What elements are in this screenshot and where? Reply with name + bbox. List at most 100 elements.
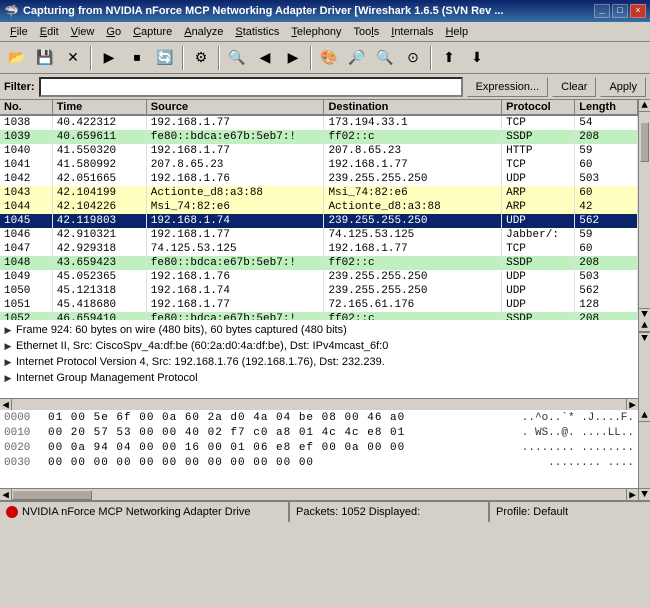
table-row[interactable]: 104642.910321192.168.1.7774.125.53.125Ja…	[0, 228, 638, 242]
hex-scroll-left[interactable]: ◀	[0, 489, 12, 501]
packet-list-vscroll[interactable]: ▲ ▼	[638, 100, 650, 320]
toolbar-close[interactable]: ✕	[60, 45, 86, 71]
expand-icon-4[interactable]: ▶	[2, 373, 14, 384]
toolbar-next[interactable]: ▶	[280, 45, 306, 71]
status-packets: Packets: 1052 Displayed:	[290, 502, 490, 522]
col-header-len[interactable]: Length	[575, 100, 638, 115]
detail-vscroll-up[interactable]: ▲	[639, 320, 650, 332]
hex-vscroll-down[interactable]: ▼	[639, 488, 650, 500]
col-header-proto[interactable]: Protocol	[502, 100, 575, 115]
packet-table: No. Time Source Destination Protocol Len…	[0, 100, 638, 320]
menu-edit[interactable]: Edit	[34, 22, 65, 42]
menu-file[interactable]: File	[4, 22, 34, 42]
minimize-button[interactable]: _	[594, 4, 610, 18]
status-profile: Profile: Default	[490, 502, 650, 522]
toolbar-zoom-out[interactable]: 🔍	[372, 45, 398, 71]
table-row[interactable]: 104542.119803192.168.1.74239.255.255.250…	[0, 214, 638, 228]
hex-bytes-4: 00 00 00 00 00 00 00 00 00 00 00 00	[48, 457, 540, 472]
toolbar-colorize[interactable]: 🎨	[316, 45, 342, 71]
detail-line-2: ▶ Ethernet II, Src: CiscoSpv_4a:df:be (6…	[2, 338, 636, 354]
hex-ascii-1: ..^o..`* .J....F.	[522, 412, 634, 427]
filter-input[interactable]	[39, 77, 463, 97]
toolbar-find[interactable]: 🔍	[224, 45, 250, 71]
table-row[interactable]: 105045.121318192.168.1.74239.255.255.250…	[0, 284, 638, 298]
menu-view[interactable]: View	[65, 22, 101, 42]
detail-scroll-right[interactable]: ▶	[626, 399, 638, 411]
vscroll-track[interactable]	[639, 112, 650, 308]
toolbar-stop-capture[interactable]: ⏹	[124, 45, 150, 71]
table-row[interactable]: 104041.550320192.168.1.77207.8.65.23HTTP…	[0, 144, 638, 158]
table-row[interactable]: 104442.104226Msi_74:82:e6Actionte_d8:a3:…	[0, 200, 638, 214]
col-header-src[interactable]: Source	[146, 100, 324, 115]
hex-vscroll-up[interactable]: ▲	[639, 410, 650, 422]
vscroll-up[interactable]: ▲	[639, 100, 650, 112]
toolbar-start-capture[interactable]: ▶	[96, 45, 122, 71]
packet-list: No. Time Source Destination Protocol Len…	[0, 100, 638, 320]
toolbar-zoom-normal[interactable]: ⊙	[400, 45, 426, 71]
packet-list-container: No. Time Source Destination Protocol Len…	[0, 100, 650, 320]
table-row[interactable]: 104742.92931874.125.53.125192.168.1.77TC…	[0, 242, 638, 256]
detail-vscroll[interactable]: ▲ ▼	[638, 320, 650, 410]
maximize-button[interactable]: □	[612, 4, 628, 18]
table-row[interactable]: 104141.580992207.8.65.23192.168.1.77TCP6…	[0, 158, 638, 172]
hex-vscroll-track[interactable]	[639, 422, 650, 488]
table-row[interactable]: 103840.422312192.168.1.77173.194.33.1TCP…	[0, 115, 638, 130]
vscroll-down[interactable]: ▼	[639, 308, 650, 320]
toolbar-up[interactable]: ⬆	[436, 45, 462, 71]
toolbar-restart[interactable]: 🔄	[152, 45, 178, 71]
detail-scroll-left[interactable]: ◀	[0, 399, 12, 411]
table-row[interactable]: 104843.659423fe80::bdca:e67b:5eb7:!ff02:…	[0, 256, 638, 270]
toolbar-zoom-in[interactable]: 🔎	[344, 45, 370, 71]
hex-scroll-right[interactable]: ▶	[626, 489, 638, 501]
hex-ascii-4: ........ ....	[548, 457, 634, 472]
expression-button[interactable]: Expression...	[467, 77, 549, 97]
menu-analyze[interactable]: Analyze	[178, 22, 229, 42]
hex-dump: 0000 01 00 5e 6f 00 0a 60 2a d0 4a 04 be…	[0, 410, 638, 500]
menu-help[interactable]: Help	[439, 22, 474, 42]
hex-vscroll[interactable]: ▲ ▼	[638, 410, 650, 500]
toolbar-sep3	[218, 46, 220, 70]
status-adapter: NVIDIA nForce MCP Networking Adapter Dri…	[0, 502, 290, 522]
hex-bytes-1: 01 00 5e 6f 00 0a 60 2a d0 4a 04 be 08 0…	[48, 412, 514, 427]
expand-icon-3[interactable]: ▶	[2, 357, 14, 368]
adapter-text: NVIDIA nForce MCP Networking Adapter Dri…	[22, 506, 250, 518]
hex-ascii-2: . WS..@. ....LL..	[522, 427, 634, 442]
menu-telephony[interactable]: Telephony	[285, 22, 347, 42]
packets-text: Packets: 1052 Displayed:	[296, 506, 420, 518]
apply-button[interactable]: Apply	[600, 77, 646, 97]
capture-indicator	[6, 506, 18, 518]
toolbar-prev[interactable]: ◀	[252, 45, 278, 71]
table-row[interactable]: 105145.418680192.168.1.7772.165.61.176UD…	[0, 298, 638, 312]
expand-icon-1[interactable]: ▶	[2, 325, 14, 336]
menu-statistics[interactable]: Statistics	[229, 22, 285, 42]
col-header-time[interactable]: Time	[52, 100, 146, 115]
detail-hscroll[interactable]: ◀ ▶	[0, 398, 638, 410]
profile-text: Profile: Default	[496, 506, 568, 518]
window-controls: _ □ ×	[594, 4, 646, 18]
toolbar-options[interactable]: ⚙	[188, 45, 214, 71]
detail-scroll-track[interactable]	[12, 399, 626, 411]
menu-capture[interactable]: Capture	[127, 22, 178, 42]
table-row[interactable]: 104342.104199Actionte_d8:a3:88Msi_74:82:…	[0, 186, 638, 200]
table-row[interactable]: 105246.659410fe80::bdca:e67b:5eb7:!ff02:…	[0, 312, 638, 320]
toolbar-down[interactable]: ⬇	[464, 45, 490, 71]
hex-scroll-thumb[interactable]	[12, 490, 92, 500]
expand-icon-2[interactable]: ▶	[2, 341, 14, 352]
hex-hscroll[interactable]: ◀ ▶	[0, 488, 638, 500]
col-header-dst[interactable]: Destination	[324, 100, 502, 115]
table-row[interactable]: 104242.051665192.168.1.76239.255.255.250…	[0, 172, 638, 186]
menu-internals[interactable]: Internals	[385, 22, 439, 42]
close-button[interactable]: ×	[630, 4, 646, 18]
menu-go[interactable]: Go	[100, 22, 127, 42]
table-row[interactable]: 104945.052365192.168.1.76239.255.255.250…	[0, 270, 638, 284]
toolbar-open[interactable]: 📂	[4, 45, 30, 71]
detail-vscroll-down[interactable]: ▼	[639, 332, 650, 344]
hex-scroll-track[interactable]	[12, 489, 626, 501]
vscroll-thumb[interactable]	[640, 122, 649, 162]
detail-line-4: ▶ Internet Group Management Protocol	[2, 370, 636, 386]
clear-button[interactable]: Clear	[552, 77, 596, 97]
table-row[interactable]: 103940.659611fe80::bdca:e67b:5eb7:!ff02:…	[0, 130, 638, 144]
col-header-no[interactable]: No.	[0, 100, 52, 115]
toolbar-save[interactable]: 💾	[32, 45, 58, 71]
menu-tools[interactable]: Tools	[348, 22, 386, 42]
